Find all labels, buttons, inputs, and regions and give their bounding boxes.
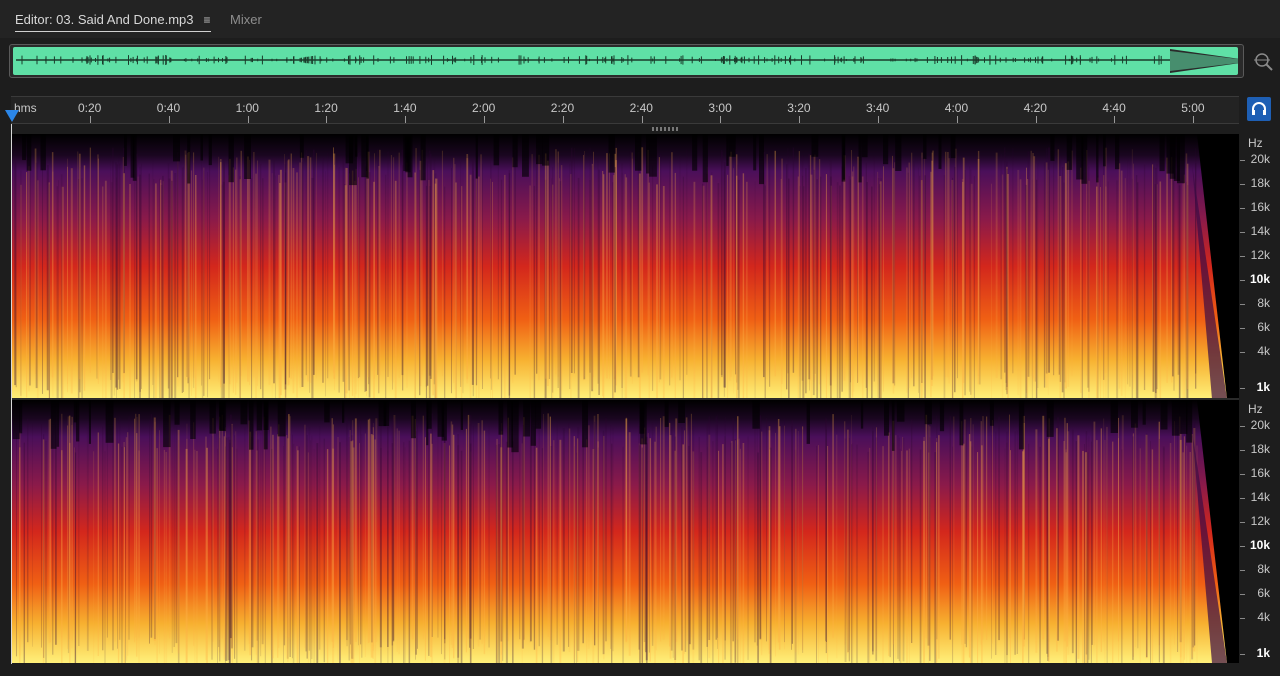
frequency-tick-label: 18k <box>1250 442 1270 456</box>
time-tick-label: 1:40 <box>393 101 417 115</box>
frequency-tick-mark <box>1240 280 1245 281</box>
time-tick-label: 4:40 <box>1102 101 1126 115</box>
time-tick-mark <box>956 116 958 123</box>
frequency-tick-mark <box>1240 498 1245 499</box>
frequency-tick-label: 20k <box>1250 152 1270 166</box>
time-tick-label: 0:20 <box>78 101 102 115</box>
time-tick-mark <box>168 116 170 123</box>
time-tick-mark <box>1193 116 1195 123</box>
frequency-tick-mark <box>1240 184 1245 185</box>
frequency-tick-mark <box>1240 388 1245 389</box>
time-tick-mark <box>484 116 485 123</box>
tab-editor[interactable]: Editor: 03. Said And Done.mp3 ≡ <box>15 12 211 32</box>
frequency-tick-label: 18k <box>1250 176 1270 190</box>
frequency-tick-label: 14k <box>1250 490 1270 504</box>
frequency-tick-mark <box>1240 450 1245 451</box>
time-tick-label: 2:40 <box>629 101 653 115</box>
frequency-tick-mark <box>1240 426 1245 427</box>
frequency-tick-mark <box>1240 474 1245 475</box>
frequency-tick-label: 4k <box>1257 344 1270 358</box>
time-tick-mark <box>562 116 564 123</box>
tab-editor-label: Editor: 03. Said And Done.mp3 <box>15 12 194 27</box>
frequency-tick-mark <box>1240 208 1245 209</box>
frequency-tick-mark <box>1240 618 1245 619</box>
playhead-marker-icon[interactable] <box>5 110 19 122</box>
panel-menu-icon[interactable]: ≡ <box>204 13 211 27</box>
frequency-unit-label: Hz <box>1248 136 1263 150</box>
time-tick-label: 3:40 <box>866 101 890 115</box>
frequency-tick-mark <box>1240 654 1245 655</box>
time-tick-label: 4:00 <box>944 101 969 115</box>
overview-waveform-trace <box>16 49 1240 73</box>
zoom-magnifier-icon[interactable] <box>1252 50 1274 72</box>
frequency-tick-label: 20k <box>1250 418 1270 432</box>
time-tick-label: 0:40 <box>156 101 181 115</box>
time-tick-mark <box>1114 116 1116 123</box>
time-tick-label: 2:00 <box>472 101 496 115</box>
time-tick-mark <box>799 116 801 123</box>
frequency-tick-mark <box>1240 256 1245 257</box>
time-tick-mark <box>326 116 328 123</box>
frequency-scale-bottom[interactable]: Hz 20k 18k 16k 14k 12k 10k 8k 6k 4k 1k <box>1240 400 1280 663</box>
frequency-tick-mark <box>1240 522 1245 523</box>
time-tick-label: 1:00 <box>235 101 259 115</box>
frequency-tick-mark <box>1240 352 1245 353</box>
frequency-tick-label: 14k <box>1250 224 1270 238</box>
panel-resize-grip[interactable] <box>652 127 680 131</box>
frequency-tick-label: 16k <box>1250 466 1270 480</box>
time-tick-mark <box>641 116 643 123</box>
time-tick-label: 2:20 <box>550 101 575 115</box>
frequency-tick-label: 1k <box>1256 380 1270 394</box>
panel-tab-bar: Editor: 03. Said And Done.mp3 ≡ Mixer <box>0 0 1280 38</box>
time-ruler[interactable]: hms 0:20 0:40 1:00 1:20 1:40 2:00 2:20 2:40 3:00… <box>11 96 1239 124</box>
frequency-tick-mark <box>1240 570 1245 571</box>
frequency-tick-label: 12k <box>1250 514 1270 528</box>
time-tick-mark <box>1035 116 1037 123</box>
frequency-unit-label: Hz <box>1248 402 1263 416</box>
frequency-tick-label: 4k <box>1257 610 1270 624</box>
frequency-tick-label: 8k <box>1257 562 1270 576</box>
frequency-tick-label: 12k <box>1250 248 1270 262</box>
frequency-tick-label: 8k <box>1257 296 1270 310</box>
frequency-tick-mark <box>1240 160 1245 161</box>
overview-waveform[interactable] <box>9 44 1244 78</box>
spectrogram-right-channel[interactable] <box>12 400 1239 663</box>
time-tick-label: 3:00 <box>708 101 732 115</box>
time-tick-mark <box>720 116 722 123</box>
time-tick-label: 4:20 <box>1023 101 1047 115</box>
headphone-snap-icon[interactable] <box>1247 97 1271 121</box>
frequency-tick-mark <box>1240 594 1245 595</box>
time-tick-mark <box>878 116 879 123</box>
time-tick-label: 1:20 <box>314 101 338 115</box>
frequency-tick-label: 10k <box>1249 272 1270 286</box>
frequency-tick-label: 16k <box>1250 200 1270 214</box>
tab-mixer[interactable]: Mixer <box>230 12 262 27</box>
frequency-tick-mark <box>1240 304 1245 305</box>
frequency-tick-label: 6k <box>1257 320 1270 334</box>
frequency-tick-mark <box>1240 328 1245 329</box>
spectrogram-left-channel[interactable] <box>12 134 1239 399</box>
time-tick-label: 5:00 <box>1181 101 1205 115</box>
time-tick-mark <box>247 116 249 123</box>
frequency-tick-label: 10k <box>1249 538 1270 552</box>
frequency-tick-label: 1k <box>1256 646 1270 660</box>
time-tick-mark <box>90 116 91 123</box>
frequency-tick-label: 6k <box>1257 586 1270 600</box>
time-tick-mark <box>405 116 407 123</box>
frequency-scale-top[interactable]: Hz 20k 18k 16k 14k 12k 10k 8k 6k 4k 1k <box>1240 134 1280 399</box>
time-tick-label: 3:20 <box>787 101 811 115</box>
frequency-tick-mark <box>1240 232 1245 233</box>
frequency-tick-mark <box>1240 546 1245 547</box>
